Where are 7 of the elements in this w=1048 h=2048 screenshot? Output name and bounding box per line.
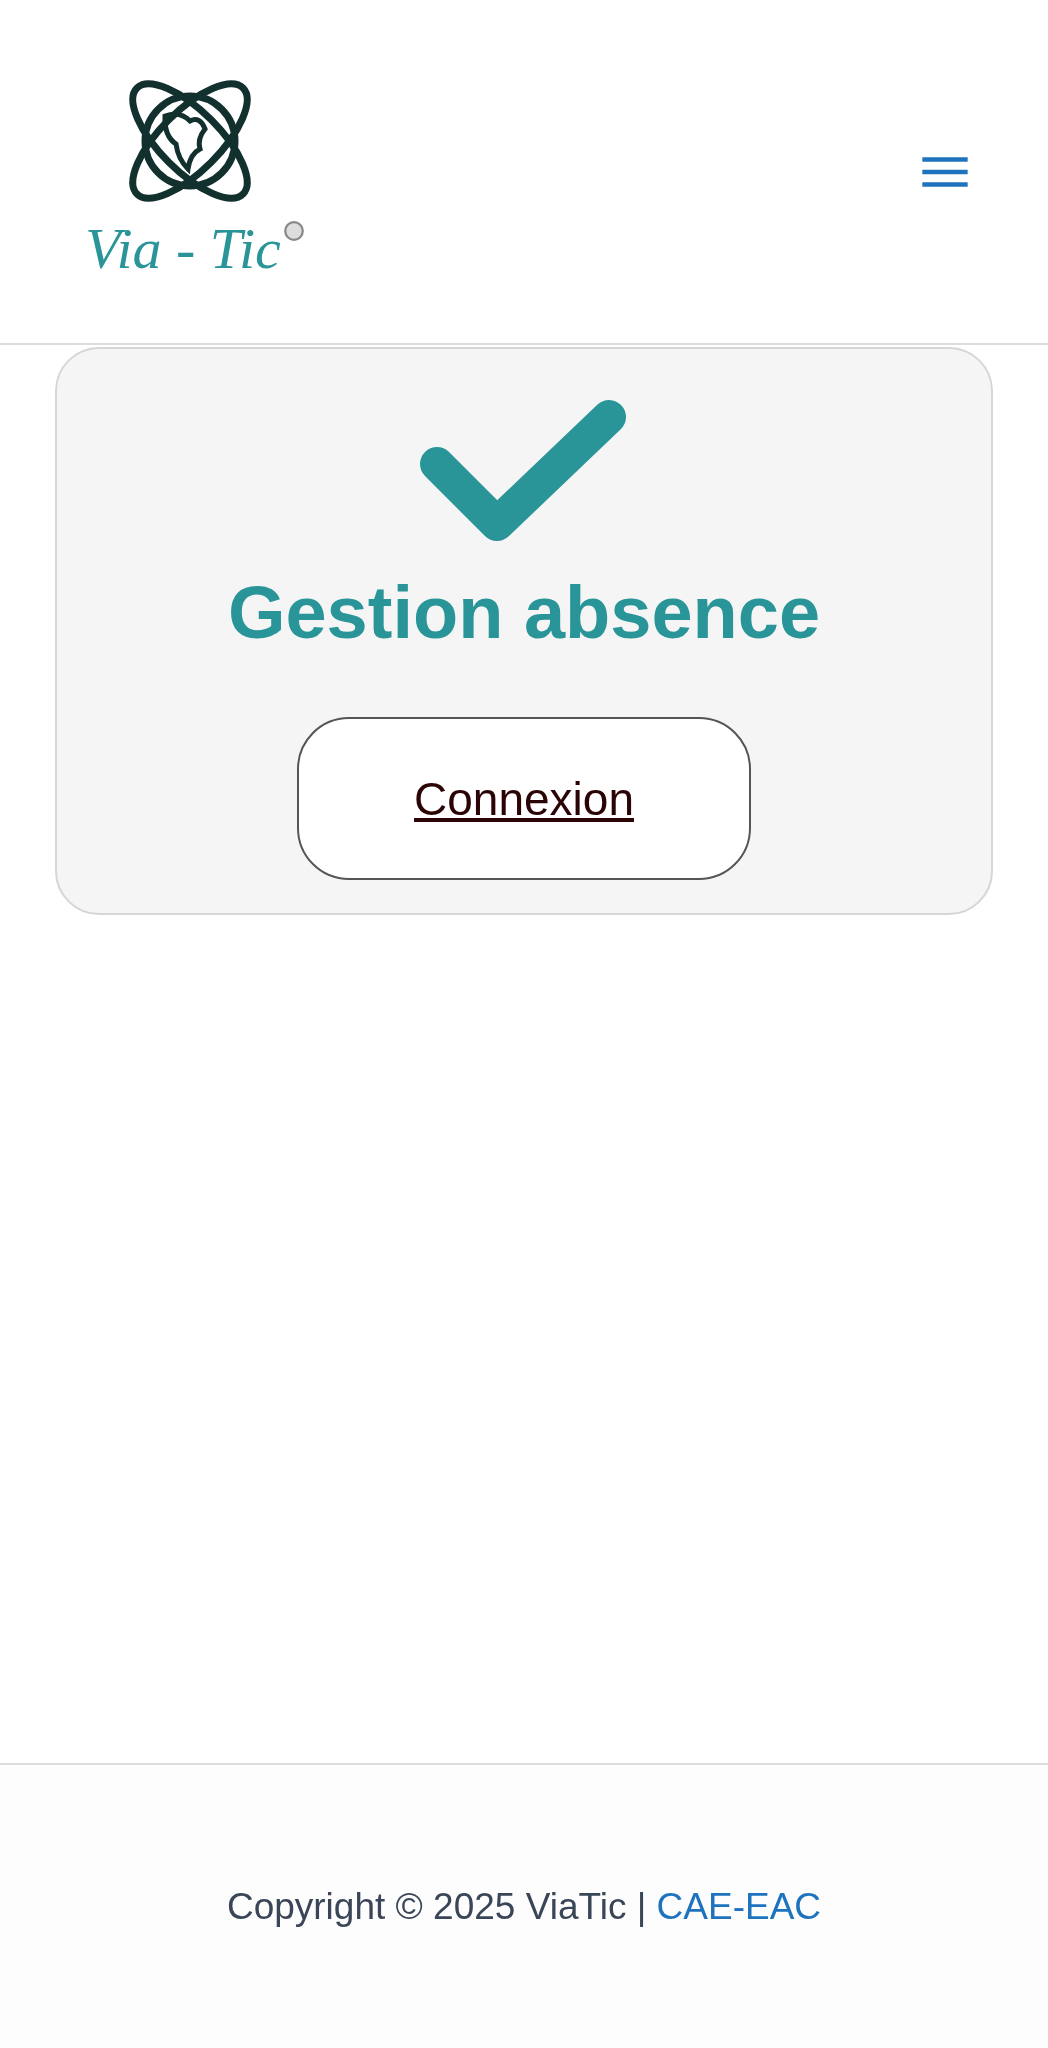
copyright-text: Copyright © 2025 ViaTic |	[226, 1885, 647, 1927]
badge-icon	[282, 219, 305, 242]
logo-text: Via - Tic	[85, 219, 281, 278]
login-button[interactable]: Connexion	[297, 717, 751, 881]
footer-link[interactable]: CAE-EAC	[656, 1885, 822, 1927]
menu-button[interactable]	[922, 154, 968, 189]
page-title: Gestion absence	[227, 572, 821, 654]
